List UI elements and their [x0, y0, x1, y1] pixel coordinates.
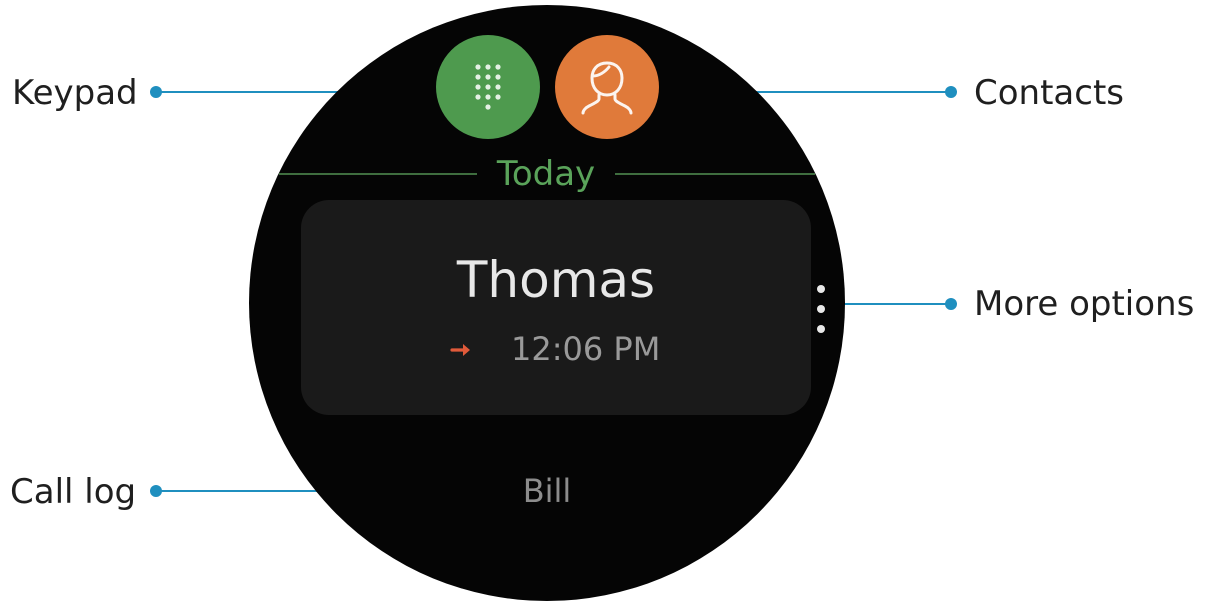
section-header-today: Today: [496, 154, 596, 194]
callout-keypad-label: Keypad: [12, 73, 138, 113]
caller-name: Thomas: [456, 251, 656, 309]
call-log-item-thomas[interactable]: Thomas 12:06 PM: [301, 200, 811, 415]
header-divider-left: [279, 173, 477, 175]
vertical-dots-icon-dot: [817, 305, 825, 313]
watch-screen: Today Thomas 12:06 PM Bill: [249, 5, 845, 601]
callout-call-log-label: Call log: [10, 472, 137, 512]
callout-more-options-line: [836, 303, 951, 305]
header-divider-right: [615, 173, 815, 175]
contacts-button[interactable]: [555, 35, 659, 139]
keypad-button[interactable]: [436, 35, 540, 139]
vertical-dots-icon: [817, 285, 825, 293]
vertical-dots-icon-dot: [817, 325, 825, 333]
dialpad-icon: [475, 64, 501, 110]
person-icon: [581, 61, 633, 115]
callout-more-options-label: More options: [974, 284, 1195, 324]
more-options-button[interactable]: [813, 283, 829, 337]
outgoing-call-arrow-icon: [450, 344, 470, 356]
call-log-item-bill[interactable]: Bill: [249, 470, 845, 512]
callout-contacts-label: Contacts: [974, 73, 1124, 113]
call-time: 12:06 PM: [511, 330, 661, 368]
